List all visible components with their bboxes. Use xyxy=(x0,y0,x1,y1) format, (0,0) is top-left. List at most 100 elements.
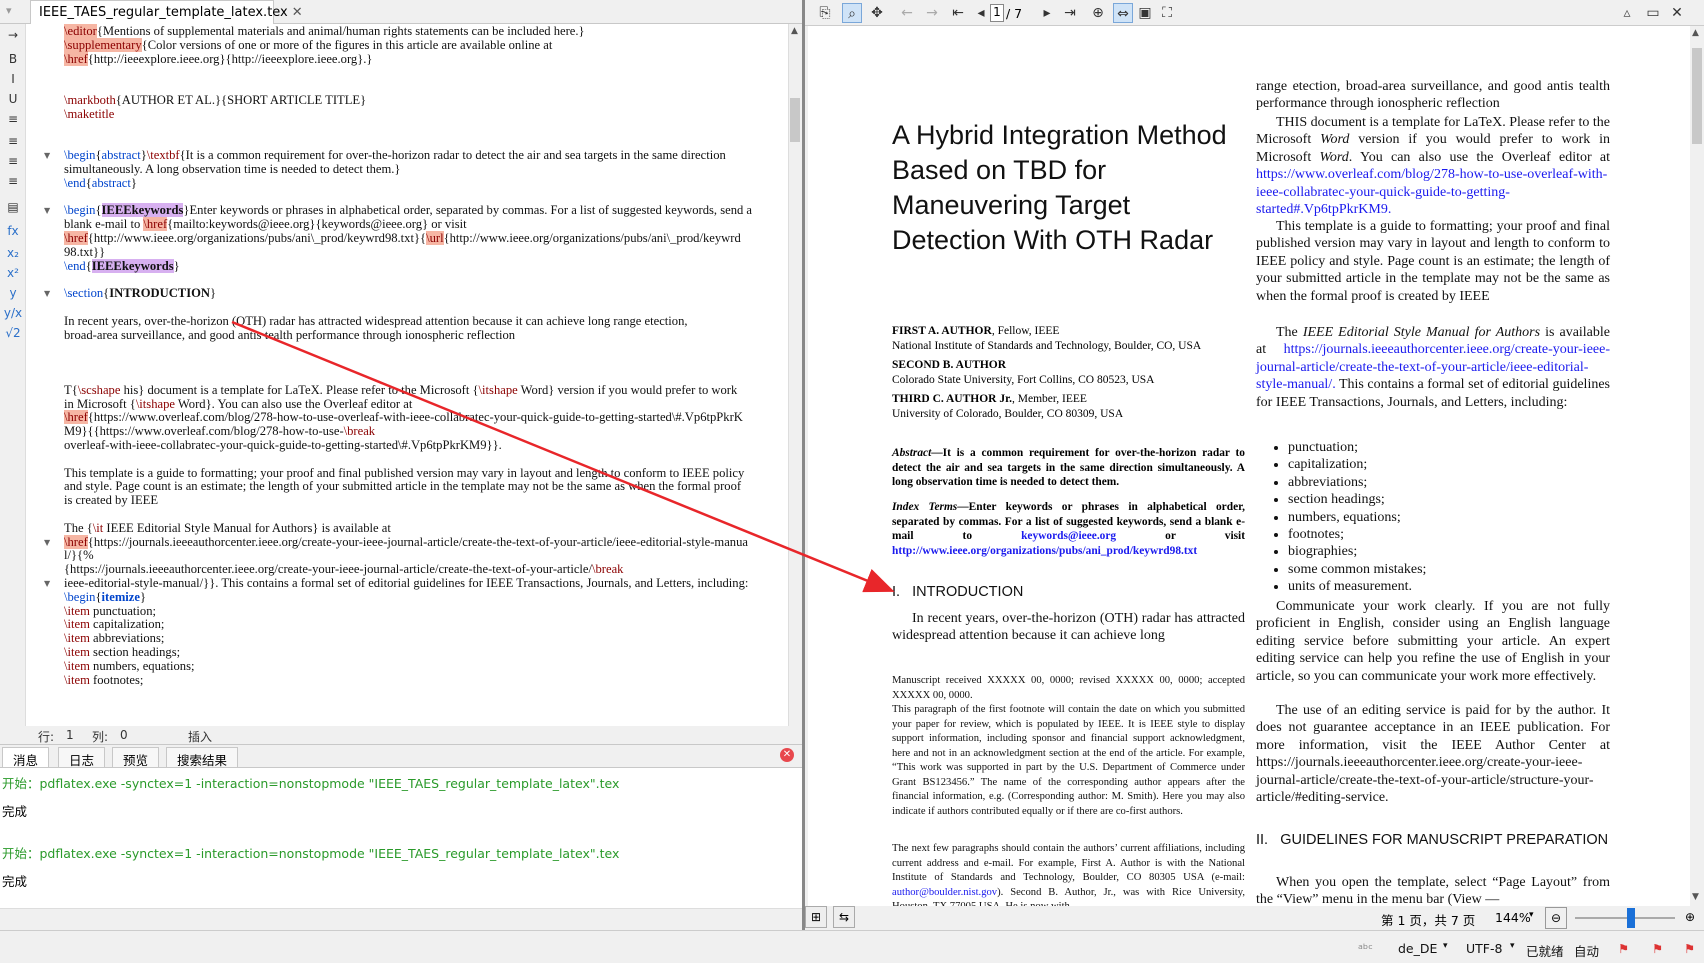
bookmark-icon-3[interactable]: ⚑ xyxy=(1684,941,1695,956)
message-tab[interactable]: 预览 xyxy=(112,747,160,768)
code-line[interactable]: \item capitalization; xyxy=(64,617,164,632)
code-line[interactable]: \href{https://www.overleaf.com/blog/278-… xyxy=(64,410,743,425)
back-icon[interactable]: ← xyxy=(897,3,917,23)
code-line[interactable]: \begin{abstract}\textbf{It is a common r… xyxy=(64,148,726,163)
bookmark-icon-2[interactable]: ⚑ xyxy=(1652,941,1663,956)
arrow-icon[interactable]: → xyxy=(0,28,26,42)
code-line[interactable]: 98.txt}} xyxy=(64,245,105,260)
encoding-selector[interactable]: UTF-8 xyxy=(1466,941,1502,956)
sqrt-icon[interactable]: √2 xyxy=(0,326,26,340)
subscript-icon[interactable]: x₂ xyxy=(0,246,26,260)
code-line[interactable]: M9}{{https://www.overleaf.com/blog/278-h… xyxy=(64,424,375,439)
fold-icon[interactable]: ▼ xyxy=(44,206,50,215)
code-line[interactable]: ieee-editorial-style-manual/}}. This con… xyxy=(64,576,748,591)
spellcheck-icon[interactable]: ᵃᵇᶜ xyxy=(1358,941,1373,956)
prev-page-icon[interactable]: ◂ xyxy=(971,3,991,23)
message-hscroll[interactable] xyxy=(0,908,802,930)
code-line[interactable]: \href{http://ieeexplore.ieee.org}{http:/… xyxy=(64,51,372,67)
code-line[interactable]: broad-area surveillance, and good antis … xyxy=(64,328,515,343)
message-tab[interactable]: 消息 xyxy=(2,747,50,768)
align-center-icon[interactable]: ≡ xyxy=(0,134,26,148)
code-line[interactable]: \begin{itemize} xyxy=(64,590,146,605)
sync-view-icon[interactable]: ⇆ xyxy=(833,906,855,928)
fold-icon[interactable]: ▼ xyxy=(44,151,50,160)
fold-icon[interactable]: ▼ xyxy=(44,579,50,588)
code-line[interactable]: \item punctuation; xyxy=(64,604,156,619)
keywrd-link[interactable]: http://www.ieee.org/organizations/pubs/a… xyxy=(892,545,1197,557)
language-dropdown-icon[interactable]: ▾ xyxy=(1443,941,1448,951)
add-bookmark-icon[interactable]: ⊞ xyxy=(805,906,827,928)
italic-icon[interactable]: I xyxy=(0,72,26,86)
zoom-slider-knob[interactable] xyxy=(1627,908,1635,928)
align-right-icon[interactable]: ≡ xyxy=(0,154,26,168)
fit-page-icon[interactable]: ▣ xyxy=(1135,3,1155,23)
sync-icon[interactable]: ⎘ xyxy=(815,3,835,23)
code-editor[interactable]: \editor{Mentions of supplemental materia… xyxy=(26,24,788,726)
code-line[interactable]: blank e-mail to \href{mailto:keywords@ie… xyxy=(64,217,467,232)
pan-tool-icon[interactable]: ✥ xyxy=(867,3,887,23)
viewer-scroll-up-icon[interactable]: ▲ xyxy=(1692,28,1699,38)
last-page-icon[interactable]: ⇥ xyxy=(1060,3,1080,23)
pane-splitter[interactable] xyxy=(802,0,805,963)
zoom-in-bottom-icon[interactable]: ⊕ xyxy=(1679,907,1701,929)
code-line[interactable]: \markboth{AUTHOR ET AL.}{SHORT ARTICLE T… xyxy=(64,93,366,108)
keywords-link[interactable]: keywords@ieee.org xyxy=(1021,530,1116,542)
code-line[interactable]: \href{https://journals.ieeeauthorcenter.… xyxy=(64,534,748,550)
code-line[interactable]: \item section headings; xyxy=(64,645,180,660)
viewer-scrollbar[interactable]: ▲ ▼ xyxy=(1690,26,1704,906)
fold-icon[interactable]: ▼ xyxy=(44,289,50,298)
editor-scroll-thumb[interactable] xyxy=(790,98,800,142)
code-line[interactable]: This template is a guide to formatting; … xyxy=(64,466,744,481)
next-page-icon[interactable]: ▸ xyxy=(1037,3,1057,23)
code-line[interactable]: and style. Page count is an estimate; th… xyxy=(64,479,741,494)
zoom-slider[interactable] xyxy=(1575,917,1675,919)
bookmark-icon-1[interactable]: ⚑ xyxy=(1618,941,1629,956)
code-line[interactable]: \end{abstract} xyxy=(64,176,137,191)
code-line[interactable]: \begin{IEEEkeywords}Enter keywords or ph… xyxy=(64,203,752,218)
code-line[interactable]: \section{INTRODUCTION} xyxy=(64,286,216,301)
author-email-link[interactable]: author@boulder.nist.gov xyxy=(892,887,997,898)
code-line[interactable]: \maketitle xyxy=(64,107,114,122)
collapse-icon[interactable]: ▵ xyxy=(1617,3,1637,23)
function-icon[interactable]: fx xyxy=(0,224,26,238)
forward-icon[interactable]: → xyxy=(922,3,942,23)
message-tab[interactable]: 搜索结果 xyxy=(166,747,239,768)
code-line[interactable]: In recent years, over-the-horizon (OTH) … xyxy=(64,314,688,329)
tab-menu-icon[interactable]: ▾ xyxy=(6,4,12,17)
code-line[interactable]: \end{IEEEkeywords} xyxy=(64,258,180,274)
fullscreen-icon[interactable]: ⛶ xyxy=(1157,3,1177,23)
code-line[interactable]: \item abbreviations; xyxy=(64,631,164,646)
zoom-out-icon[interactable]: ⊖ xyxy=(1545,907,1567,929)
scroll-up-icon[interactable]: ▲ xyxy=(791,26,798,36)
code-line[interactable]: {https://journals.ieeeauthorcenter.ieee.… xyxy=(64,562,623,577)
close-viewer-icon[interactable]: ✕ xyxy=(1667,3,1687,23)
zoom-level[interactable]: 144% xyxy=(1495,910,1531,925)
code-line[interactable]: The {\it IEEE Editorial Style Manual for… xyxy=(64,521,391,536)
code-line[interactable]: is created by IEEE xyxy=(64,493,158,508)
language-selector[interactable]: de_DE xyxy=(1398,941,1437,956)
environment-icon[interactable]: ▤ xyxy=(0,200,26,214)
viewer-scroll-down-icon[interactable]: ▼ xyxy=(1692,892,1699,902)
page-number-input[interactable]: 1 xyxy=(990,4,1004,22)
overleaf-link[interactable]: https://www.overleaf.com/blog/278-how-to… xyxy=(1256,167,1607,217)
fraction-icon[interactable]: y/x xyxy=(0,306,26,320)
fit-width-icon[interactable]: ⇔ xyxy=(1113,3,1133,23)
message-tab[interactable]: 日志 xyxy=(58,747,106,768)
code-line[interactable]: overleaf-with-ieee-collabratec-your-quic… xyxy=(64,438,502,453)
code-line[interactable]: \supplementary{Color versions of one or … xyxy=(64,37,552,53)
code-line[interactable]: simultaneously. A long observation time … xyxy=(64,162,400,177)
code-line[interactable]: \item numbers, equations; xyxy=(64,659,194,674)
zoom-in-icon[interactable]: ⊕ xyxy=(1088,3,1108,23)
symbol-icon[interactable]: y xyxy=(0,286,26,300)
close-icon[interactable]: ✕ xyxy=(292,5,303,20)
viewer-scroll-thumb[interactable] xyxy=(1692,48,1702,144)
zoom-dropdown-icon[interactable]: ▾ xyxy=(1529,910,1534,920)
code-line[interactable]: \editor{Mentions of supplemental materia… xyxy=(64,24,585,39)
justify-icon[interactable]: ≡ xyxy=(0,174,26,188)
code-line[interactable]: in Microsoft {\itshape Word}. You can al… xyxy=(64,397,412,412)
file-tab[interactable]: IEEE_TAES_regular_template_latex.tex ✕ xyxy=(30,0,303,24)
close-messages-icon[interactable]: ✕ xyxy=(780,748,794,762)
underline-icon[interactable]: U xyxy=(0,92,26,106)
encoding-dropdown-icon[interactable]: ▾ xyxy=(1510,941,1515,951)
superscript-icon[interactable]: x² xyxy=(0,266,26,280)
